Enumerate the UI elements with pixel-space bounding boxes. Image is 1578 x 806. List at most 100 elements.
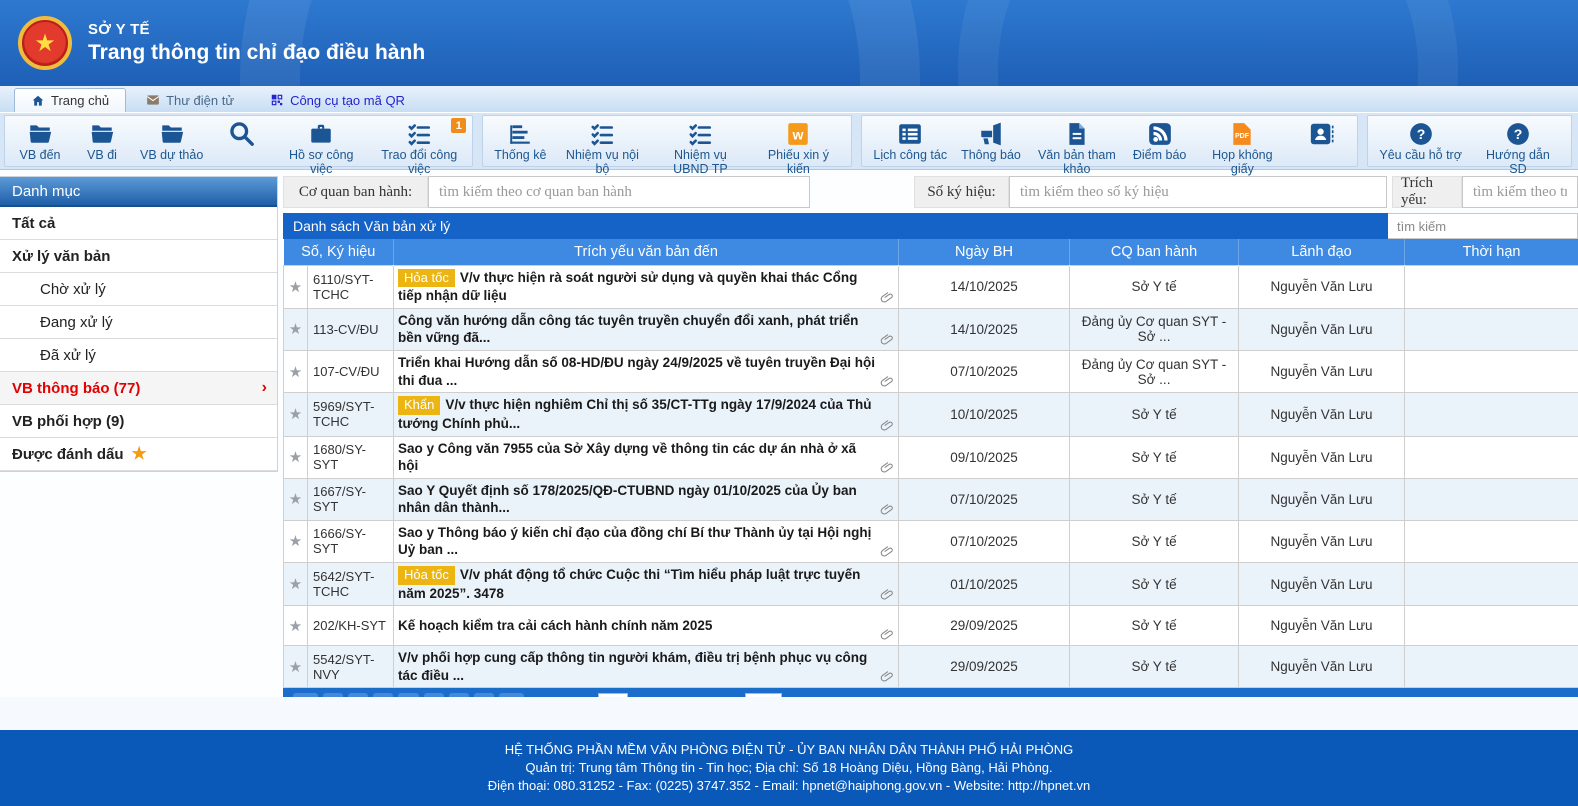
toolbar-item-search[interactable]	[210, 118, 272, 164]
bookmark-star-icon[interactable]: ★	[284, 436, 308, 478]
toolbar-item-vb-i[interactable]: VB đi	[71, 118, 133, 164]
doc-date: 14/10/2025	[899, 265, 1070, 308]
sidebar-item-x-l-v-n-b-n[interactable]: Xử lý văn bản	[0, 240, 277, 273]
doc-title-link[interactable]: Sao y Công văn 7955 của Sở Xây dựng về t…	[394, 436, 899, 478]
attachment-paperclip-icon[interactable]	[880, 461, 894, 475]
toolbar-item-vb-d-th-o[interactable]: VB dự thảo	[133, 118, 210, 164]
toolbar-item-phi-u-xin-ki-n[interactable]: wPhiếu xin ý kiến	[749, 118, 847, 164]
doc-date: 10/10/2025	[899, 393, 1070, 436]
sidebar-item-t-t-c-[interactable]: Tất cả	[0, 207, 277, 240]
tab-label: Thư điện tử	[166, 93, 234, 108]
doc-date: 07/10/2025	[899, 520, 1070, 562]
bookmark-star-icon[interactable]: ★	[284, 562, 308, 605]
toolbar-item-th-ng-k-[interactable]: Thống kê	[487, 118, 553, 164]
sidebar-item--c-nh-d-u[interactable]: Được đánh dấu★	[0, 438, 277, 471]
toolbar-item-h-s-c-ng-vi-c[interactable]: Hồ sơ công việc	[272, 118, 370, 164]
doc-leader: Nguyễn Văn Lưu	[1239, 562, 1405, 605]
main-area: Danh mục Tất cảXử lý văn bảnChờ xử lýĐan…	[0, 170, 1578, 697]
bookmark-star-icon[interactable]: ★	[284, 646, 308, 688]
toolbar-item-trao-i-c-ng-vi-c[interactable]: Trao đổi công việc1	[370, 118, 468, 164]
doc-number: 1680/SY-SYT	[308, 436, 394, 478]
attachment-paperclip-icon[interactable]	[880, 628, 894, 642]
toolbar-item-th-ng-b-o[interactable]: Thông báo	[954, 118, 1028, 164]
doc-number: 1666/SY-SYT	[308, 520, 394, 562]
attachment-paperclip-icon[interactable]	[880, 419, 894, 433]
attachment-paperclip-icon[interactable]	[880, 503, 894, 517]
attachment-paperclip-icon[interactable]	[880, 670, 894, 684]
doc-title-link[interactable]: Sao Y Quyết định số 178/2025/QĐ-CTUBND n…	[394, 478, 899, 520]
bookmark-star-icon[interactable]: ★	[284, 308, 308, 350]
search-input-abstract[interactable]	[1462, 176, 1578, 208]
bookmark-star-icon[interactable]: ★	[284, 606, 308, 646]
sidebar-item-vb-ph-i-h-p-9-[interactable]: VB phối hợp (9)	[0, 405, 277, 438]
toolbar-item-v-n-b-n-tham-kh-o[interactable]: Văn bản tham khảo	[1028, 118, 1126, 164]
doc-title-link[interactable]: Triển khai Hướng dẫn số 08-HD/ĐU ngày 24…	[394, 351, 899, 393]
doc-title-link[interactable]: Hỏa tốcV/v thực hiện rà soát người sử dụ…	[394, 265, 899, 308]
pagination: <<<12...78>>> Tới trang: 1 Số bản ghi/tr…	[283, 688, 1578, 697]
bookmark-star-icon[interactable]: ★	[284, 265, 308, 308]
col-header-number: Số, Ký hiệu	[284, 239, 394, 265]
table-row: ★107-CV/ĐUTriển khai Hướng dẫn số 08-HD/…	[284, 351, 1578, 393]
sidebar-item-ch-x-l-[interactable]: Chờ xử lý	[0, 273, 277, 306]
toolbar-item-label: Thông báo	[961, 148, 1021, 162]
attachment-paperclip-icon[interactable]	[880, 375, 894, 389]
doc-title-link[interactable]: V/v phối hợp cung cấp thông tin người kh…	[394, 646, 899, 688]
help-icon: ?	[1504, 120, 1531, 147]
search-input-agency[interactable]	[428, 176, 810, 208]
attachment-paperclip-icon[interactable]	[880, 333, 894, 347]
toolbar-item-nhi-m-v-n-i-b-[interactable]: Nhiệm vụ nội bộ	[553, 118, 651, 164]
toolbar-item-label: Thống kê	[494, 148, 546, 162]
doc-deadline	[1405, 265, 1578, 308]
tab-home[interactable]: Trang chủ	[14, 88, 126, 112]
doc-agency: Sở Y tế	[1070, 606, 1239, 646]
national-emblem-logo: ★	[18, 16, 72, 70]
toolbar-item-label: VB đến	[19, 148, 60, 162]
tab-qr[interactable]: Công cụ tạo mã QR	[254, 88, 421, 112]
toolbar-item-nhi-m-v-ubnd-tp[interactable]: Nhiệm vụ UBND TP	[651, 118, 749, 164]
doc-title-link[interactable]: Kế hoạch kiểm tra cải cách hành chính nă…	[394, 606, 899, 646]
doc-title-text: Kế hoạch kiểm tra cải cách hành chính nă…	[398, 618, 712, 633]
doc-leader: Nguyễn Văn Lưu	[1239, 478, 1405, 520]
table-row: ★1667/SY-SYTSao Y Quyết định số 178/2025…	[284, 478, 1578, 520]
toolbar-item-label: Văn bản tham khảo	[1035, 148, 1119, 177]
toolbar-item--i-m-b-o[interactable]: Điểm báo	[1126, 118, 1194, 164]
col-header-leader: Lãnh đạo	[1239, 239, 1405, 265]
attachment-paperclip-icon[interactable]	[880, 588, 894, 602]
mail-icon	[146, 93, 160, 107]
sidebar-item--ang-x-l-[interactable]: Đang xử lý	[0, 306, 277, 339]
toolbar-item-contact-card[interactable]	[1291, 118, 1353, 164]
doc-leader: Nguyễn Văn Lưu	[1239, 393, 1405, 436]
toolbar-item-h-ng-d-n-sd[interactable]: ?Hướng dẫn SD	[1469, 118, 1567, 164]
search-input-number[interactable]	[1009, 176, 1387, 208]
quick-search-input[interactable]	[1388, 213, 1578, 239]
toolbar-item-h-p-kh-ng-gi-y[interactable]: PDFHọp không giấy	[1193, 118, 1291, 164]
tasks-icon	[589, 120, 616, 147]
doc-title-link[interactable]: Hỏa tốcV/v phát động tổ chức Cuộc thi “T…	[394, 562, 899, 605]
bookmark-star-icon[interactable]: ★	[284, 393, 308, 436]
tab-mail[interactable]: Thư điện tử	[130, 88, 250, 112]
bookmark-star-icon[interactable]: ★	[284, 520, 308, 562]
attachment-paperclip-icon[interactable]	[880, 291, 894, 305]
doc-leader: Nguyễn Văn Lưu	[1239, 520, 1405, 562]
table-row: ★5642/SYT-TCHCHỏa tốcV/v phát động tổ ch…	[284, 562, 1578, 605]
doc-title-link[interactable]: Công văn hướng dẫn công tác tuyên truyền…	[394, 308, 899, 350]
bookmark-star-icon[interactable]: ★	[284, 478, 308, 520]
table-row: ★6110/SYT-TCHCHỏa tốcV/v thực hiện rà so…	[284, 265, 1578, 308]
table-row: ★202/KH-SYTKế hoạch kiểm tra cải cách hà…	[284, 606, 1578, 646]
toolbar-item-label: VB dự thảo	[140, 148, 203, 162]
sidebar-item-vb-th-ng-b-o-77-[interactable]: VB thông báo (77)›	[0, 372, 277, 405]
toolbar-item-vb-n[interactable]: VB đến	[9, 118, 71, 164]
rss-icon	[1146, 120, 1173, 147]
doc-title-link[interactable]: KhẩnV/v thực hiện nghiêm Chỉ thị số 35/C…	[394, 393, 899, 436]
doc-title-text: Công văn hướng dẫn công tác tuyên truyền…	[398, 313, 858, 346]
toolbar-item-label: VB đi	[87, 148, 117, 162]
doc-title-link[interactable]: Sao y Thông báo ý kiến chỉ đạo của đồng …	[394, 520, 899, 562]
doc-deadline	[1405, 520, 1578, 562]
toolbar-item-l-ch-c-ng-t-c[interactable]: Lịch công tác	[866, 118, 954, 164]
bookmark-star-icon[interactable]: ★	[284, 351, 308, 393]
toolbar-item-y-u-c-u-h-tr-[interactable]: ?Yêu cầu hỗ trợ	[1372, 118, 1469, 164]
doc-deadline	[1405, 436, 1578, 478]
app-header: ★ SỞ Y TẾ Trang thông tin chỉ đạo điều h…	[0, 0, 1578, 86]
sidebar-item--x-l-[interactable]: Đã xử lý	[0, 339, 277, 372]
attachment-paperclip-icon[interactable]	[880, 545, 894, 559]
